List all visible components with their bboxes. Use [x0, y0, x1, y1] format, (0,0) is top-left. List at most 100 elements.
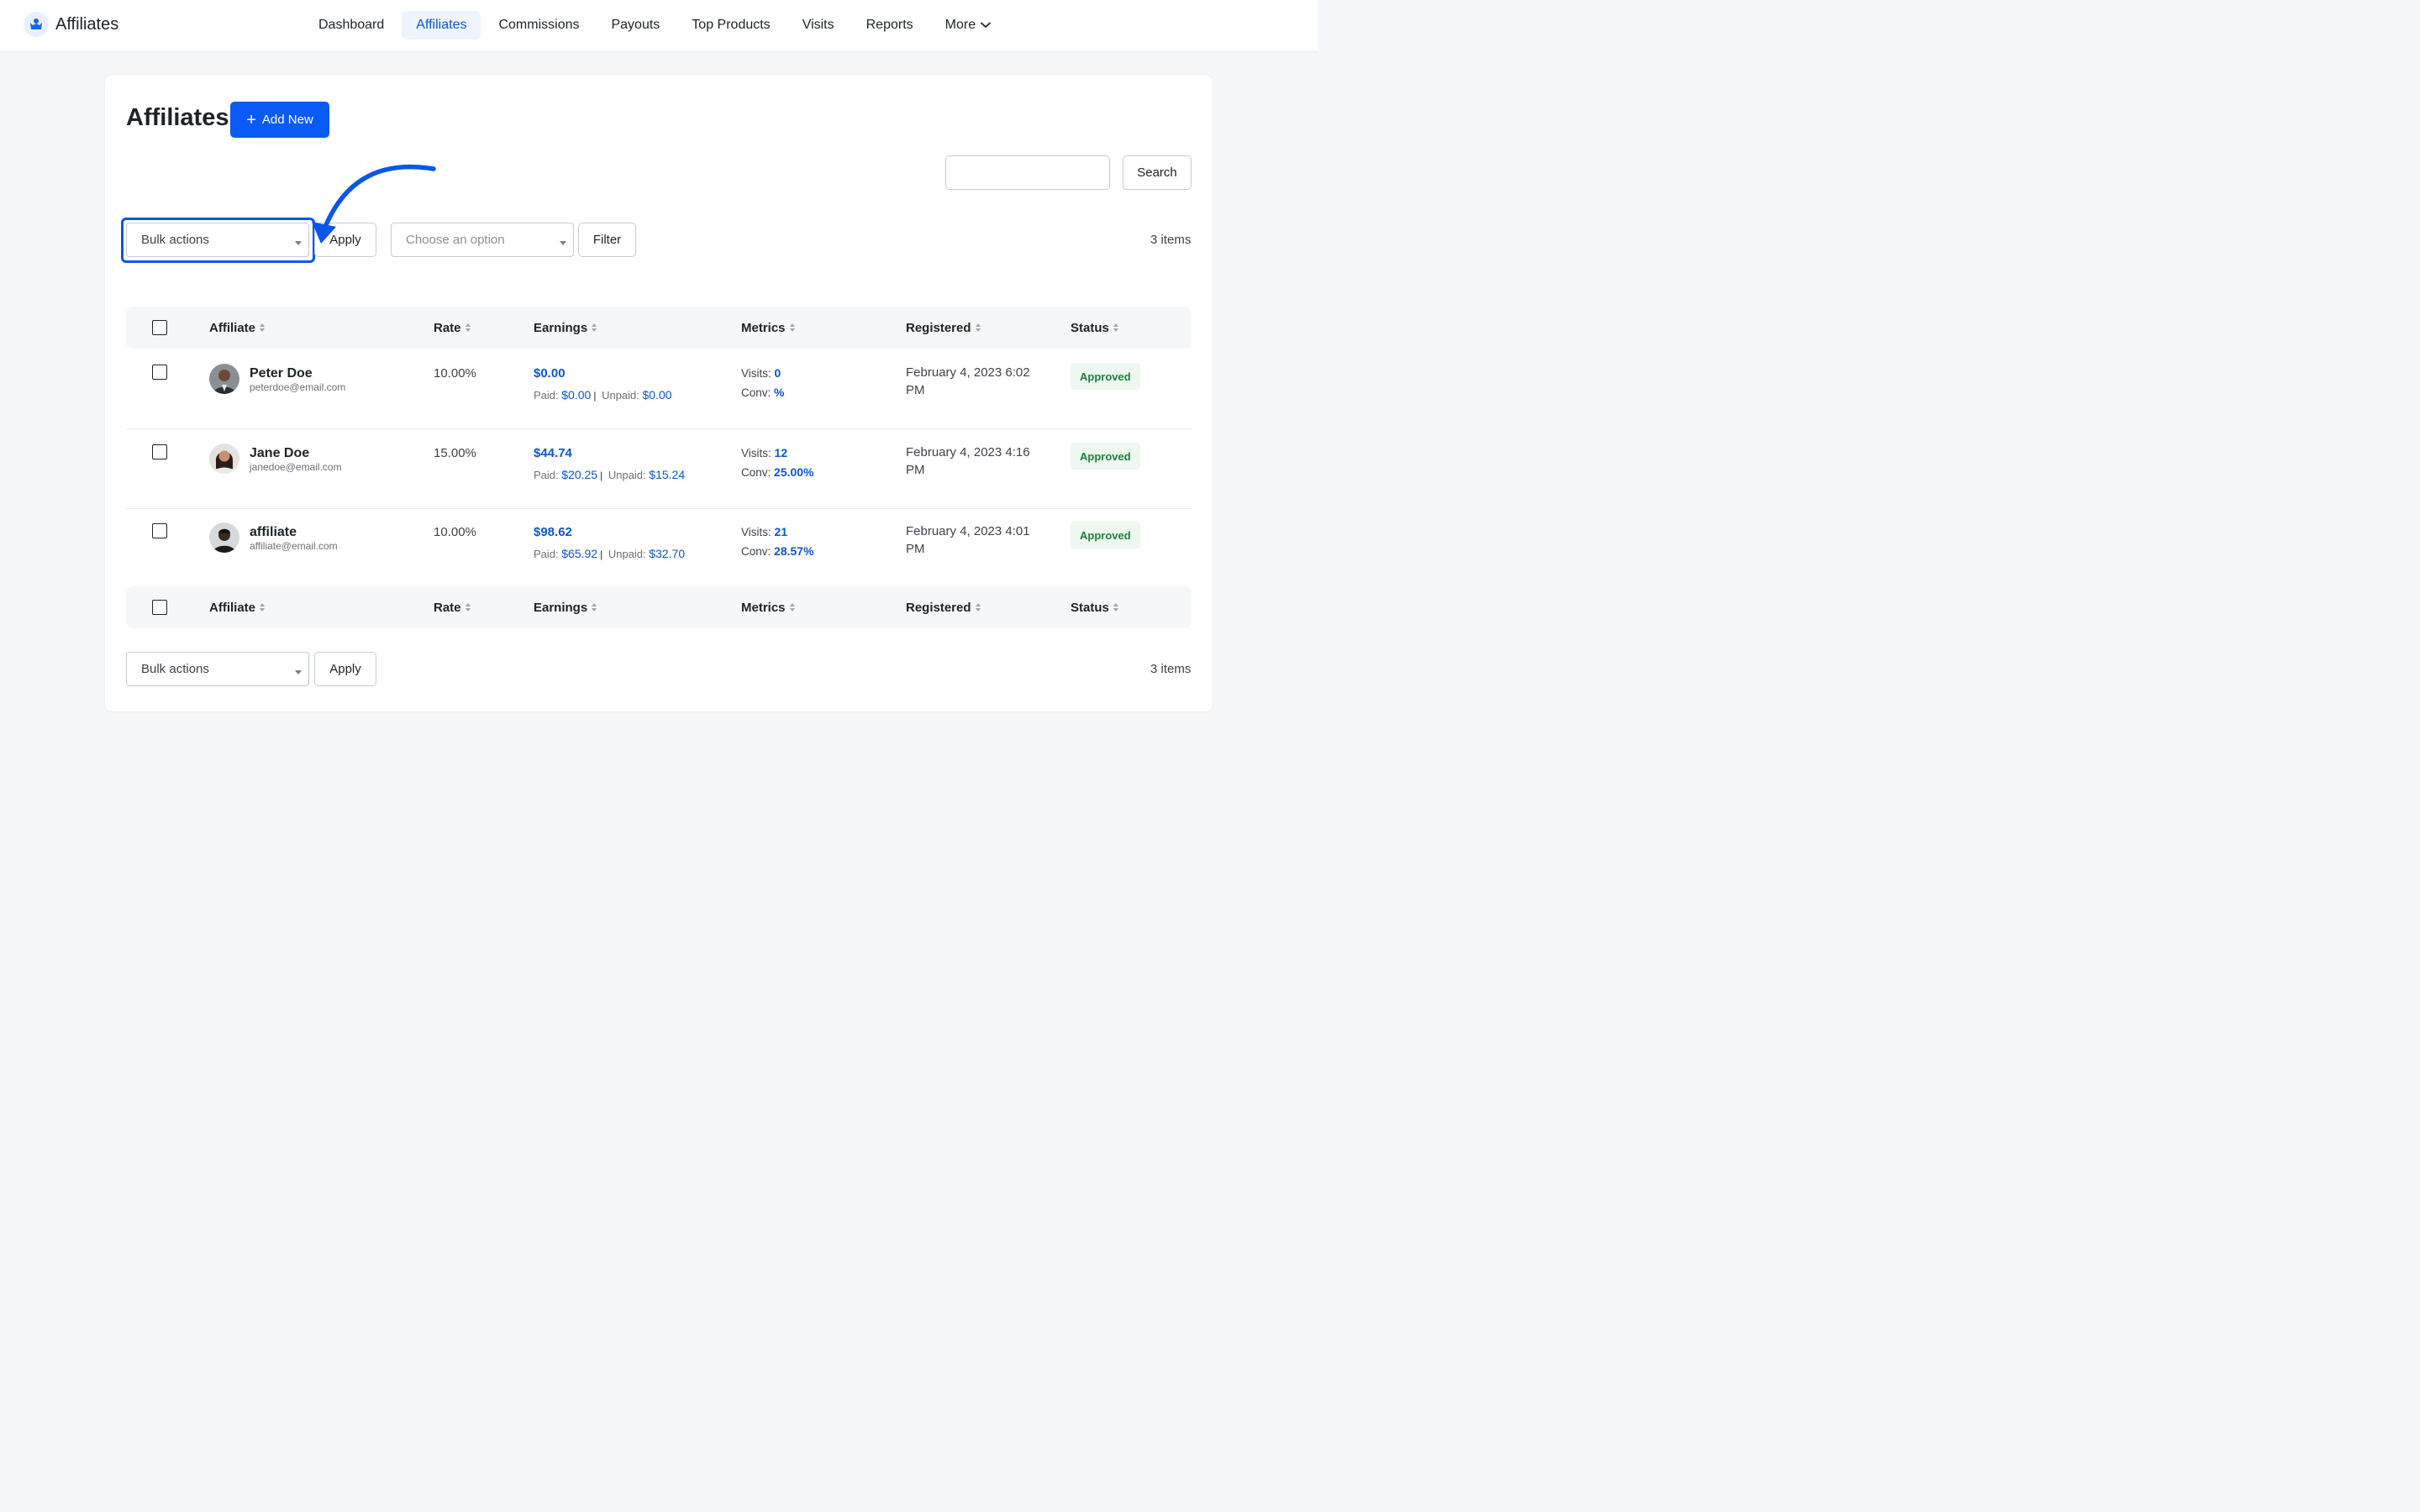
affiliate-name[interactable]: Peter Doe [250, 366, 313, 381]
sort-icon [465, 603, 471, 612]
paid-label: Paid: [534, 548, 559, 560]
curved-arrow-icon [312, 164, 436, 244]
col-metrics-label: Metrics [741, 320, 786, 335]
nav-commissions[interactable]: Commissions [484, 11, 593, 39]
unpaid-label: Unpaid: [608, 469, 646, 481]
select-all-checkbox[interactable] [152, 320, 167, 335]
earnings-total[interactable]: $0.00 [534, 366, 566, 381]
plus-icon: + [246, 110, 256, 129]
nav-payouts[interactable]: Payouts [597, 11, 674, 39]
row-checkbox[interactable] [152, 444, 167, 459]
nav-more[interactable]: More [931, 11, 1005, 39]
metric-visits: Visits: 21 [741, 525, 787, 538]
unpaid-value[interactable]: $32.70 [649, 547, 685, 560]
row-checkbox[interactable] [152, 365, 167, 380]
registered-date: February 4, 2023 6:02 PM [906, 365, 1030, 397]
affiliate-email: peterdoe@email.com [250, 381, 346, 393]
brand[interactable]: Affiliates [24, 12, 118, 37]
page-title: Affiliates [126, 104, 229, 131]
table-row: Peter Doe peterdoe@email.com 10.00% $0.0… [126, 349, 1192, 429]
conv-label: Conv: [741, 545, 771, 558]
col-registered-label: Registered [906, 320, 971, 335]
visits-value[interactable]: 0 [775, 366, 781, 380]
table-row: affiliate affiliate@email.com 10.00% $98… [126, 508, 1192, 588]
visits-label: Visits: [741, 367, 771, 380]
conv-value: % [774, 386, 785, 399]
brand-name: Affiliates [55, 14, 119, 34]
sort-icon [1113, 603, 1118, 612]
paid-value[interactable]: $20.25 [561, 468, 597, 481]
visits-value[interactable]: 12 [775, 446, 788, 459]
filter-button[interactable]: Filter [578, 223, 636, 257]
col-status[interactable]: Status [1071, 586, 1118, 628]
sort-icon [789, 323, 795, 332]
col-affiliate-label: Affiliate [209, 320, 256, 335]
unpaid-value[interactable]: $0.00 [643, 388, 672, 402]
earnings-total[interactable]: $98.62 [534, 525, 572, 539]
col-rate-label: Rate [434, 320, 461, 335]
earnings-breakdown: Paid: $0.00 | Unpaid: $0.00 [534, 388, 672, 402]
registered-date: February 4, 2023 4:01 PM [906, 524, 1030, 556]
apply-button-bottom[interactable]: Apply [314, 652, 376, 686]
col-rate[interactable]: Rate [434, 307, 471, 349]
conv-value: 28.57% [774, 544, 814, 558]
add-new-button[interactable]: + Add New [230, 102, 329, 138]
metric-conversion: Conv: % [741, 386, 785, 399]
select-all-checkbox-bottom[interactable] [152, 600, 167, 615]
nav-dashboard[interactable]: Dashboard [304, 11, 398, 39]
unpaid-label: Unpaid: [608, 548, 646, 560]
table-header: Affiliate Rate Earnings Metrics Register… [126, 307, 1192, 349]
paid-value[interactable]: $0.00 [561, 388, 591, 402]
col-registered[interactable]: Registered [906, 586, 981, 628]
nav-visits[interactable]: Visits [788, 11, 849, 39]
visits-value[interactable]: 21 [775, 525, 788, 538]
table-row: Jane Doe janedoe@email.com 15.00% $44.74… [126, 429, 1192, 509]
row-checkbox[interactable] [152, 523, 167, 538]
col-status[interactable]: Status [1071, 307, 1118, 349]
affiliate-name[interactable]: Jane Doe [250, 446, 309, 461]
nav-top-products[interactable]: Top Products [677, 11, 784, 39]
status-badge: Approved [1071, 363, 1140, 390]
search-input[interactable] [945, 155, 1110, 190]
col-registered[interactable]: Registered [906, 307, 981, 349]
avatar[interactable] [209, 364, 239, 394]
affiliate-name[interactable]: affiliate [250, 525, 297, 540]
affiliate-logo-icon [24, 12, 49, 37]
col-earnings[interactable]: Earnings [534, 586, 597, 628]
col-affiliate[interactable]: Affiliate [209, 586, 266, 628]
visits-label: Visits: [741, 526, 771, 538]
status-badge: Approved [1071, 522, 1140, 549]
add-new-label: Add New [261, 113, 313, 127]
avatar[interactable] [209, 522, 239, 553]
nav-more-label: More [944, 18, 976, 32]
col-affiliate-label: Affiliate [209, 600, 256, 615]
bulk-actions-highlight [121, 218, 315, 263]
unpaid-label: Unpaid: [602, 389, 639, 402]
col-earnings-label: Earnings [534, 320, 588, 335]
sort-icon [975, 323, 981, 332]
status-badge: Approved [1071, 443, 1140, 470]
col-earnings[interactable]: Earnings [534, 307, 597, 349]
paid-value[interactable]: $65.92 [561, 547, 597, 560]
items-count-top: 3 items [1150, 233, 1192, 247]
bulk-actions-select-bottom[interactable]: Bulk actions [126, 652, 309, 686]
unpaid-value[interactable]: $15.24 [649, 468, 685, 481]
nav-reports[interactable]: Reports [852, 11, 928, 39]
col-registered-label: Registered [906, 600, 971, 615]
avatar[interactable] [209, 444, 239, 474]
col-status-label: Status [1071, 600, 1109, 615]
earnings-total[interactable]: $44.74 [534, 446, 572, 460]
col-rate[interactable]: Rate [434, 586, 471, 628]
paid-label: Paid: [534, 389, 559, 402]
top-nav-bar: Affiliates Dashboard Affiliates Commissi… [0, 0, 1318, 52]
rate-value: 10.00% [434, 366, 476, 381]
sort-icon [465, 323, 471, 332]
search-button[interactable]: Search [1123, 155, 1192, 190]
earnings-breakdown: Paid: $65.92 | Unpaid: $32.70 [534, 547, 686, 560]
col-affiliate[interactable]: Affiliate [209, 307, 266, 349]
conv-value: 25.00% [774, 465, 814, 479]
sort-icon [592, 603, 597, 612]
col-metrics[interactable]: Metrics [741, 307, 795, 349]
col-metrics[interactable]: Metrics [741, 586, 795, 628]
nav-affiliates[interactable]: Affiliates [402, 11, 481, 39]
